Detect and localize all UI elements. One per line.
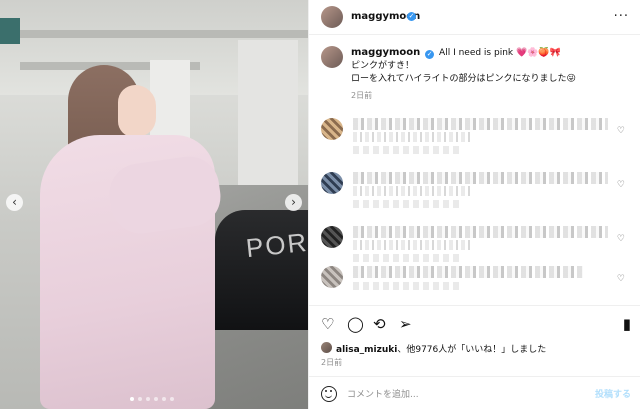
comment-avatar[interactable] — [321, 172, 343, 194]
caption: maggymoon ✓ All I need is pink 💗🌸🍑🎀 ピンクが… — [351, 46, 629, 86]
liker-avatar[interactable] — [321, 342, 332, 353]
comment-avatar[interactable] — [321, 118, 343, 140]
comment-text-blurred — [353, 172, 608, 184]
caption-line1: All I need is pink 💗🌸🍑🎀 — [439, 48, 561, 58]
comment-meta-blurred — [353, 282, 463, 290]
comment-item: ♡ — [321, 118, 631, 160]
chevron-right-icon[interactable]: › — [285, 194, 302, 211]
share-icon[interactable]: ⟲ — [373, 315, 386, 333]
carousel-dot — [130, 397, 134, 401]
verified-icon: ✓ — [407, 12, 416, 21]
likes-text: 、他9776人が「いいね！」しました — [397, 345, 547, 355]
post-header: maggymoon ✓ ··· — [309, 0, 640, 35]
carousel-dot — [138, 397, 142, 401]
action-bar: ♡ ◯ ⟲ ➢ ▮ — [309, 305, 640, 342]
carousel-dot — [154, 397, 158, 401]
heart-icon[interactable]: ♡ — [617, 274, 625, 284]
comment-item: ♡ — [321, 266, 631, 308]
comment-meta-blurred — [353, 254, 463, 262]
more-icon[interactable]: ··· — [614, 9, 629, 24]
comment-meta-blurred — [353, 200, 463, 208]
comment-text-blurred — [353, 266, 583, 278]
heart-icon[interactable]: ♡ — [617, 126, 625, 136]
post-sidebar: maggymoon ✓ ··· maggymoon ✓ All I need i… — [308, 0, 640, 409]
caption-age[interactable]: 2日前 — [351, 90, 372, 101]
comment-text-blurred — [353, 226, 608, 238]
comment-text-blurred — [353, 118, 608, 130]
carousel-dots — [130, 397, 174, 401]
comment-text-blurred — [353, 186, 473, 196]
caption-line2: ピンクがすき！ — [351, 61, 415, 71]
comment-avatar[interactable] — [321, 266, 343, 288]
heart-icon[interactable]: ♡ — [617, 180, 625, 190]
carousel-dot — [162, 397, 166, 401]
comment-item: ♡ — [321, 226, 631, 268]
chevron-left-icon[interactable]: ‹ — [6, 194, 23, 211]
comment-footer: コメントを追加... 投稿する — [309, 376, 640, 410]
emoji-icon[interactable] — [321, 386, 337, 402]
post-photo[interactable]: POR ‹ › — [0, 0, 308, 409]
likes-summary[interactable]: alisa_mizuki、他9776人が「いいね！」しました — [336, 342, 546, 355]
caption-avatar[interactable] — [321, 46, 343, 68]
parking-sign — [0, 18, 20, 44]
send-icon[interactable]: ➢ — [399, 315, 412, 333]
caption-username[interactable]: maggymoon — [351, 47, 420, 58]
comment-avatar[interactable] — [321, 226, 343, 248]
comment-text-blurred — [353, 240, 473, 250]
heart-icon[interactable]: ♡ — [321, 315, 334, 333]
pillar — [238, 40, 298, 190]
comment-item: ♡ — [321, 172, 631, 214]
comment-meta-blurred — [353, 146, 463, 154]
caption-line3: ローを入れてハイライトの部分はピンクになりました😜 — [351, 74, 576, 84]
car-lettering: POR — [244, 226, 308, 264]
liker-username[interactable]: alisa_mizuki — [336, 345, 397, 355]
face — [118, 85, 156, 137]
post-button[interactable]: 投稿する — [595, 387, 631, 400]
carousel-dot — [146, 397, 150, 401]
avatar[interactable] — [321, 6, 343, 28]
carousel-dot — [170, 397, 174, 401]
heart-icon[interactable]: ♡ — [617, 234, 625, 244]
verified-icon: ✓ — [425, 50, 435, 59]
bookmark-icon[interactable]: ▮ — [623, 315, 631, 333]
comment-icon[interactable]: ◯ — [347, 315, 364, 333]
add-comment-input[interactable]: コメントを追加... — [347, 387, 419, 400]
comment-text-blurred — [353, 132, 473, 142]
post-age[interactable]: 2日前 — [321, 357, 342, 368]
ceiling-beam — [0, 30, 308, 38]
